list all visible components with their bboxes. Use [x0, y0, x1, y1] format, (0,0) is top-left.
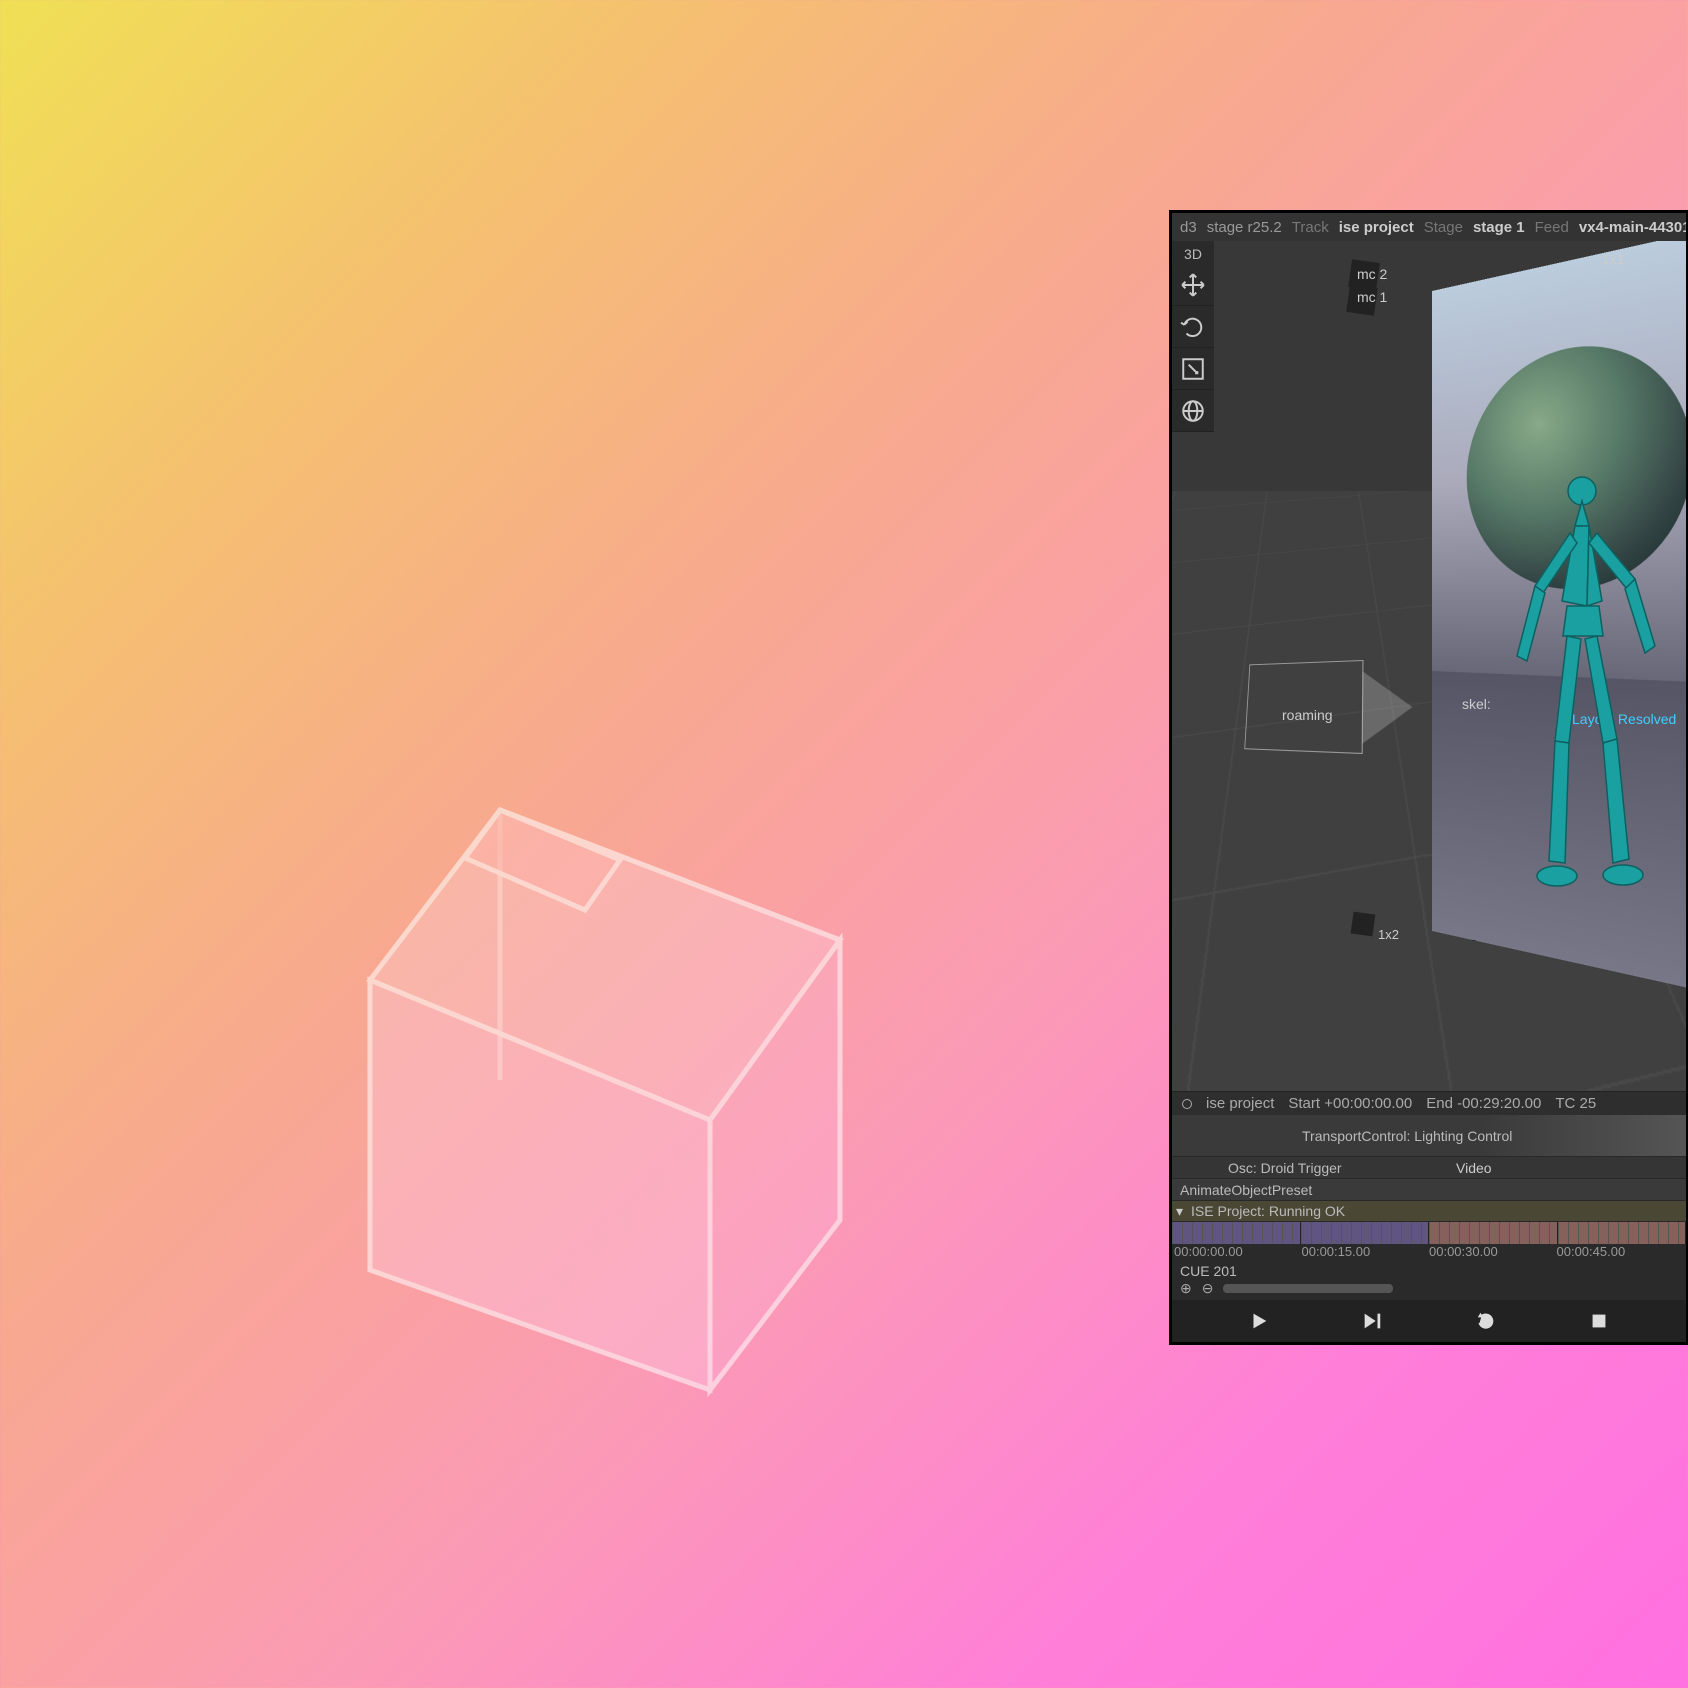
viewport-3d[interactable]: 3D roaming — [1172, 241, 1686, 1091]
stop-button[interactable] — [1588, 1310, 1610, 1332]
fullscreen-icon — [1180, 356, 1206, 382]
timeline-info-bar: ise project Start +00:00:00.00 End -00:2… — [1172, 1091, 1686, 1115]
ruler-segment[interactable] — [1429, 1222, 1558, 1244]
breadcrumb-feed-label: Feed — [1535, 219, 1569, 236]
timeline-panel: ise project Start +00:00:00.00 End -00:2… — [1172, 1091, 1686, 1342]
breadcrumb-bar: d3 stage r25.2 Track ise project Stage s… — [1172, 213, 1686, 241]
label-skel: skel: — [1462, 696, 1491, 712]
info-end-time: End -00:29:20.00 — [1426, 1095, 1541, 1112]
track-row-status[interactable]: ▾ ISE Project: Running OK — [1172, 1201, 1686, 1222]
label-mc1: mc 1 — [1357, 289, 1387, 305]
cue-label[interactable]: CUE 201 — [1180, 1263, 1237, 1279]
ruler-segment[interactable] — [1172, 1222, 1301, 1244]
fullscreen-tool-button[interactable] — [1172, 348, 1214, 390]
viewport-mode-3d[interactable]: 3D — [1172, 241, 1214, 264]
ruler-tick: 00:00:00.00 — [1174, 1244, 1302, 1259]
info-timecode: TC 25 — [1555, 1095, 1596, 1112]
stop-icon — [1588, 1310, 1610, 1332]
label-1x2: 1x2 — [1378, 927, 1399, 942]
track-row-osc[interactable]: Osc: Droid Trigger Video — [1172, 1157, 1686, 1179]
breadcrumb-track-value[interactable]: ise project — [1339, 219, 1414, 236]
track-row-animate[interactable]: AnimateObjectPreset — [1172, 1179, 1686, 1201]
move-icon — [1180, 272, 1206, 298]
breadcrumb-d3[interactable]: d3 — [1180, 219, 1197, 236]
collapse-icon[interactable]: ▾ — [1176, 1203, 1183, 1220]
zoom-out-icon[interactable]: ⊖ — [1202, 1280, 1214, 1297]
marker-1x2[interactable] — [1351, 912, 1376, 937]
transport-controls — [1172, 1300, 1686, 1342]
loop-button[interactable] — [1475, 1310, 1497, 1332]
zoom-in-icon[interactable]: ⊕ — [1180, 1280, 1192, 1297]
ruler-segment[interactable] — [1301, 1222, 1430, 1244]
globe-tool-button[interactable] — [1172, 390, 1214, 432]
track-block-video[interactable]: Video — [1442, 1160, 1686, 1176]
zoom-scrollbar[interactable] — [1223, 1284, 1393, 1293]
globe-icon — [1180, 398, 1206, 424]
camera-label[interactable]: roaming — [1282, 707, 1333, 723]
skeleton-character[interactable] — [1507, 471, 1657, 951]
loop-icon — [1475, 1310, 1497, 1332]
breadcrumb-feed-value[interactable]: vx4-main-44301 feeds — [1579, 219, 1686, 236]
track-label: AnimateObjectPreset — [1172, 1182, 1442, 1198]
play-section-button[interactable] — [1361, 1310, 1383, 1332]
label-1x1: 1x1 — [1602, 251, 1625, 267]
track-row-transport[interactable]: TransportControl: Lighting Control — [1172, 1115, 1686, 1157]
cue-row: CUE 201 — [1172, 1262, 1686, 1279]
zoom-row: ⊕ ⊖ — [1172, 1279, 1686, 1300]
track-label: TransportControl: Lighting Control — [1294, 1128, 1564, 1144]
label-mc2: mc 2 — [1357, 266, 1387, 282]
breadcrumb-stage-label: Stage — [1424, 219, 1463, 236]
viewport-toolbar: 3D — [1172, 241, 1214, 432]
background-cube — [200, 750, 1050, 1450]
breadcrumb-stage-version[interactable]: stage r25.2 — [1207, 219, 1282, 236]
app-window: d3 stage r25.2 Track ise project Stage s… — [1169, 210, 1688, 1345]
move-tool-button[interactable] — [1172, 264, 1214, 306]
play-button[interactable] — [1248, 1310, 1270, 1332]
timeline-ruler[interactable]: 00:00:00.00 00:00:15.00 00:00:30.00 00:0… — [1172, 1222, 1686, 1262]
status-text: ISE Project: Running OK — [1183, 1203, 1686, 1219]
play-icon — [1248, 1310, 1270, 1332]
ruler-tick: 00:00:45.00 — [1557, 1244, 1685, 1259]
ruler-tick: 00:00:15.00 — [1302, 1244, 1430, 1259]
info-start-time: Start +00:00:00.00 — [1288, 1095, 1412, 1112]
play-section-icon — [1361, 1310, 1383, 1332]
ruler-tick: 00:00:30.00 — [1429, 1244, 1557, 1259]
info-project-name[interactable]: ise project — [1206, 1095, 1274, 1112]
record-indicator-icon — [1182, 1099, 1192, 1109]
rotate-tool-button[interactable] — [1172, 306, 1214, 348]
breadcrumb-stage-value[interactable]: stage 1 — [1473, 219, 1525, 236]
rotate-icon — [1180, 314, 1206, 340]
track-label: Osc: Droid Trigger — [1172, 1160, 1442, 1176]
ruler-segment[interactable] — [1558, 1222, 1687, 1244]
breadcrumb-track-label: Track — [1292, 219, 1329, 236]
track-list: TransportControl: Lighting Control Osc: … — [1172, 1115, 1686, 1222]
